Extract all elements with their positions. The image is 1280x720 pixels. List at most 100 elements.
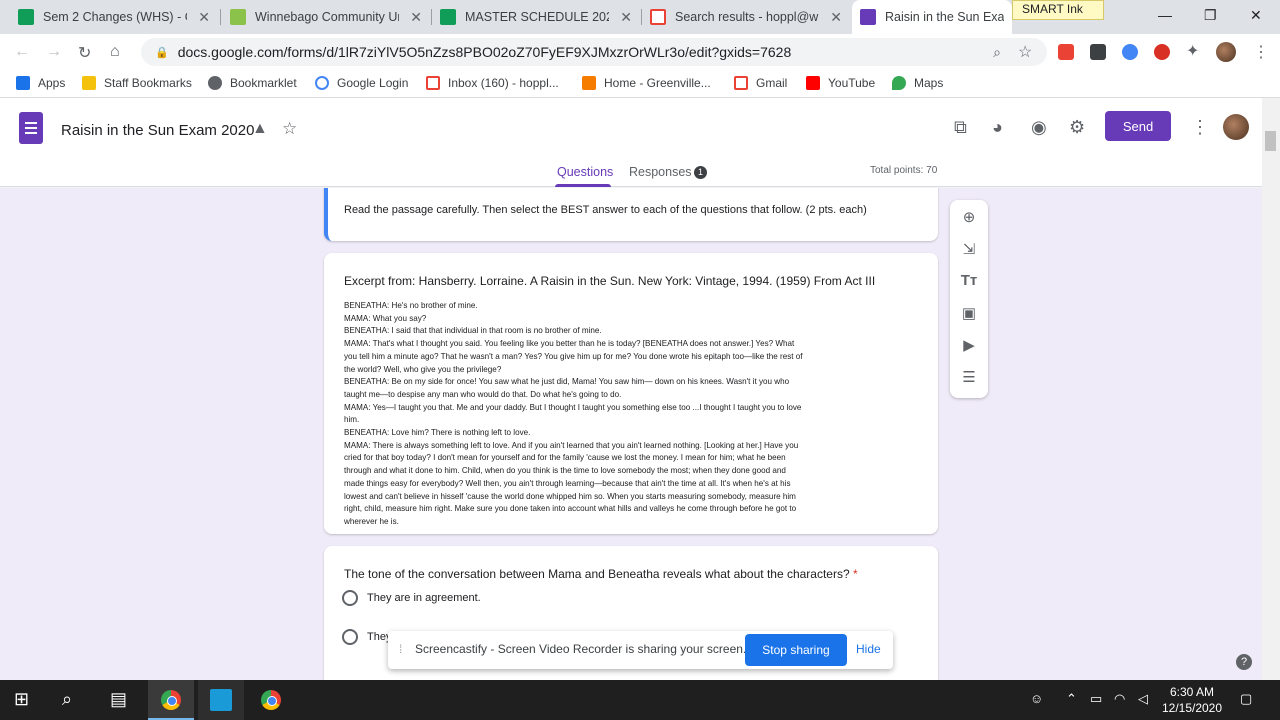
radio-button[interactable] xyxy=(342,629,358,645)
scrollbar-thumb[interactable] xyxy=(1265,131,1276,151)
move-to-folder-icon[interactable]: ▲ xyxy=(252,120,268,138)
import-questions-icon[interactable]: ⇲ xyxy=(960,240,978,258)
screencastify-extension-icon[interactable] xyxy=(1154,44,1170,60)
tab-responses[interactable]: Responses xyxy=(629,165,692,179)
add-question-icon[interactable]: ⊕ xyxy=(960,208,978,226)
forms-header: Raisin in the Sun Exam 2020 ▲ ☆ ⧉ ◕ ◉ ⚙ … xyxy=(0,98,1262,187)
add-video-icon[interactable]: ▶ xyxy=(960,336,978,354)
windows-start-icon[interactable]: ⊞ xyxy=(14,689,29,710)
forward-icon[interactable]: → xyxy=(46,43,62,61)
total-points: Total points: 70 xyxy=(870,165,938,176)
add-section-icon[interactable]: ☰ xyxy=(960,368,978,386)
settings-gear-icon[interactable]: ⚙ xyxy=(1069,117,1085,138)
preview-eye-icon[interactable]: ◉ xyxy=(1031,117,1047,138)
help-icon[interactable]: ? xyxy=(1236,654,1252,670)
google-forms-icon[interactable] xyxy=(19,112,43,144)
hide-button[interactable]: Hide xyxy=(856,642,881,656)
lock-icon: 🔒 xyxy=(155,46,169,59)
tab-questions[interactable]: Questions xyxy=(557,165,613,179)
form-title[interactable]: Raisin in the Sun Exam 2020 xyxy=(61,122,254,139)
chrome-icon[interactable] xyxy=(261,690,281,710)
answer-option[interactable]: They are in agreement. xyxy=(342,590,481,606)
palette-icon[interactable]: ◕ xyxy=(992,117,1003,138)
star-icon[interactable]: ☆ xyxy=(282,119,297,139)
bookmark-staff[interactable]: Staff Bookmarks xyxy=(82,76,192,90)
close-tab-icon[interactable]: ✕ xyxy=(198,9,210,26)
passage-card[interactable]: Excerpt from: Hansberry. Lorraine. A Rai… xyxy=(324,253,938,534)
address-bar[interactable]: 🔒 docs.google.com/forms/d/1lR7ziYlV5O5nZ… xyxy=(141,38,1047,66)
addons-icon[interactable]: ⧉ xyxy=(954,117,967,138)
close-window-icon[interactable]: ✕ xyxy=(1250,7,1262,24)
close-tab-icon[interactable]: ✕ xyxy=(830,9,842,26)
extension-icon[interactable] xyxy=(1058,44,1074,60)
screen-sharing-bar: ⁞ Screencastify - Screen Video Recorder … xyxy=(388,631,893,669)
required-marker: * xyxy=(853,567,858,581)
restore-icon[interactable]: ❐ xyxy=(1204,7,1217,24)
gmail-icon xyxy=(734,76,748,90)
add-title-icon[interactable]: Tт xyxy=(960,272,978,289)
tab-title: Sem 2 Changes (WHS) - Go xyxy=(43,10,187,24)
more-options-icon[interactable]: ⋮ xyxy=(1191,117,1209,138)
search-icon[interactable]: ⌕ xyxy=(62,689,72,710)
radio-button[interactable] xyxy=(342,590,358,606)
stop-sharing-button[interactable]: Stop sharing xyxy=(745,634,847,666)
answer-option[interactable]: They xyxy=(342,629,391,645)
task-view-icon[interactable]: ▤ xyxy=(110,689,127,710)
extension-icon[interactable] xyxy=(1090,44,1106,60)
bookmark-youtube[interactable]: YouTube xyxy=(806,76,875,90)
smart-ink-toolbar[interactable]: SMART Ink xyxy=(1012,0,1104,20)
reload-icon[interactable]: ↻ xyxy=(78,43,91,63)
extension-icon[interactable] xyxy=(1122,44,1138,60)
bookmark-bookmarklet[interactable]: Bookmarklet xyxy=(208,76,297,90)
section-card[interactable]: Read the passage carefully. Then select … xyxy=(324,188,938,241)
folder-icon xyxy=(82,76,96,90)
browser-tab-raisin-exam[interactable]: Raisin in the Sun Exam 2 xyxy=(852,0,1012,34)
taskbar-clock[interactable]: 6:30 AM 12/15/2020 xyxy=(1160,684,1224,716)
bookmark-gmail[interactable]: Gmail xyxy=(734,76,787,90)
profile-avatar[interactable] xyxy=(1216,42,1236,62)
bookmark-inbox[interactable]: Inbox (160) - hoppl... xyxy=(426,76,559,90)
taskbar-app-share[interactable] xyxy=(198,680,244,720)
question-title[interactable]: The tone of the conversation between Mam… xyxy=(344,567,858,581)
page-scrollbar[interactable] xyxy=(1262,98,1280,680)
minimize-icon[interactable]: — xyxy=(1158,7,1172,23)
responses-count-badge: 1 xyxy=(694,166,707,179)
people-icon[interactable]: ☺ xyxy=(1030,691,1043,706)
browser-tab-winnebago[interactable]: Winnebago Community Ur ✕ xyxy=(222,0,430,34)
close-tab-icon[interactable]: ✕ xyxy=(620,9,632,26)
section-description[interactable]: Read the passage carefully. Then select … xyxy=(344,204,867,216)
globe-icon xyxy=(208,76,222,90)
home-icon[interactable]: ⌂ xyxy=(110,43,120,61)
classroom-icon xyxy=(230,9,246,25)
sheets-icon xyxy=(440,9,456,25)
volume-icon[interactable]: ◁ xyxy=(1138,691,1148,707)
drag-handle-icon[interactable]: ⁞ xyxy=(399,642,402,656)
form-editor-canvas: Read the passage carefully. Then select … xyxy=(0,188,1262,680)
tray-expand-icon[interactable]: ⌃ xyxy=(1066,691,1077,707)
puzzle-icon[interactable]: ✦ xyxy=(1186,41,1199,61)
wifi-icon[interactable]: ◠ xyxy=(1114,691,1125,707)
bookmark-apps[interactable]: Apps xyxy=(16,76,65,90)
send-button[interactable]: Send xyxy=(1105,111,1171,141)
avatar[interactable] xyxy=(1223,114,1249,140)
tab-strip: Sem 2 Changes (WHS) - Go ✕ Winnebago Com… xyxy=(0,0,1280,34)
browser-tab-search-results[interactable]: Search results - hoppl@wir ✕ xyxy=(642,0,850,34)
gmail-icon xyxy=(426,76,440,90)
bookmark-home-greenville[interactable]: Home - Greenville... xyxy=(582,76,711,90)
shield-icon xyxy=(582,76,596,90)
menu-icon[interactable]: ⋮ xyxy=(1253,42,1269,62)
tab-title: Raisin in the Sun Exam 2 xyxy=(885,10,1004,24)
passage-heading[interactable]: Excerpt from: Hansberry. Lorraine. A Rai… xyxy=(344,274,875,288)
browser-tab-master-schedule[interactable]: MASTER SCHEDULE 2020-2 ✕ xyxy=(432,0,640,34)
add-image-icon[interactable]: ▣ xyxy=(960,304,978,322)
notifications-icon[interactable]: ▢ xyxy=(1240,691,1252,707)
bookmark-google-login[interactable]: Google Login xyxy=(315,76,408,90)
bookmark-star-icon[interactable]: ☆ xyxy=(1018,42,1032,62)
close-tab-icon[interactable]: ✕ xyxy=(410,9,422,26)
battery-icon[interactable]: ▭ xyxy=(1090,691,1102,707)
back-icon[interactable]: ← xyxy=(14,43,30,61)
bookmark-maps[interactable]: Maps xyxy=(892,76,943,90)
smart-ink-label: SMART Ink xyxy=(1022,2,1083,16)
zoom-icon[interactable]: ⌕ xyxy=(993,44,1001,61)
browser-tab-sem2[interactable]: Sem 2 Changes (WHS) - Go ✕ xyxy=(10,0,218,34)
